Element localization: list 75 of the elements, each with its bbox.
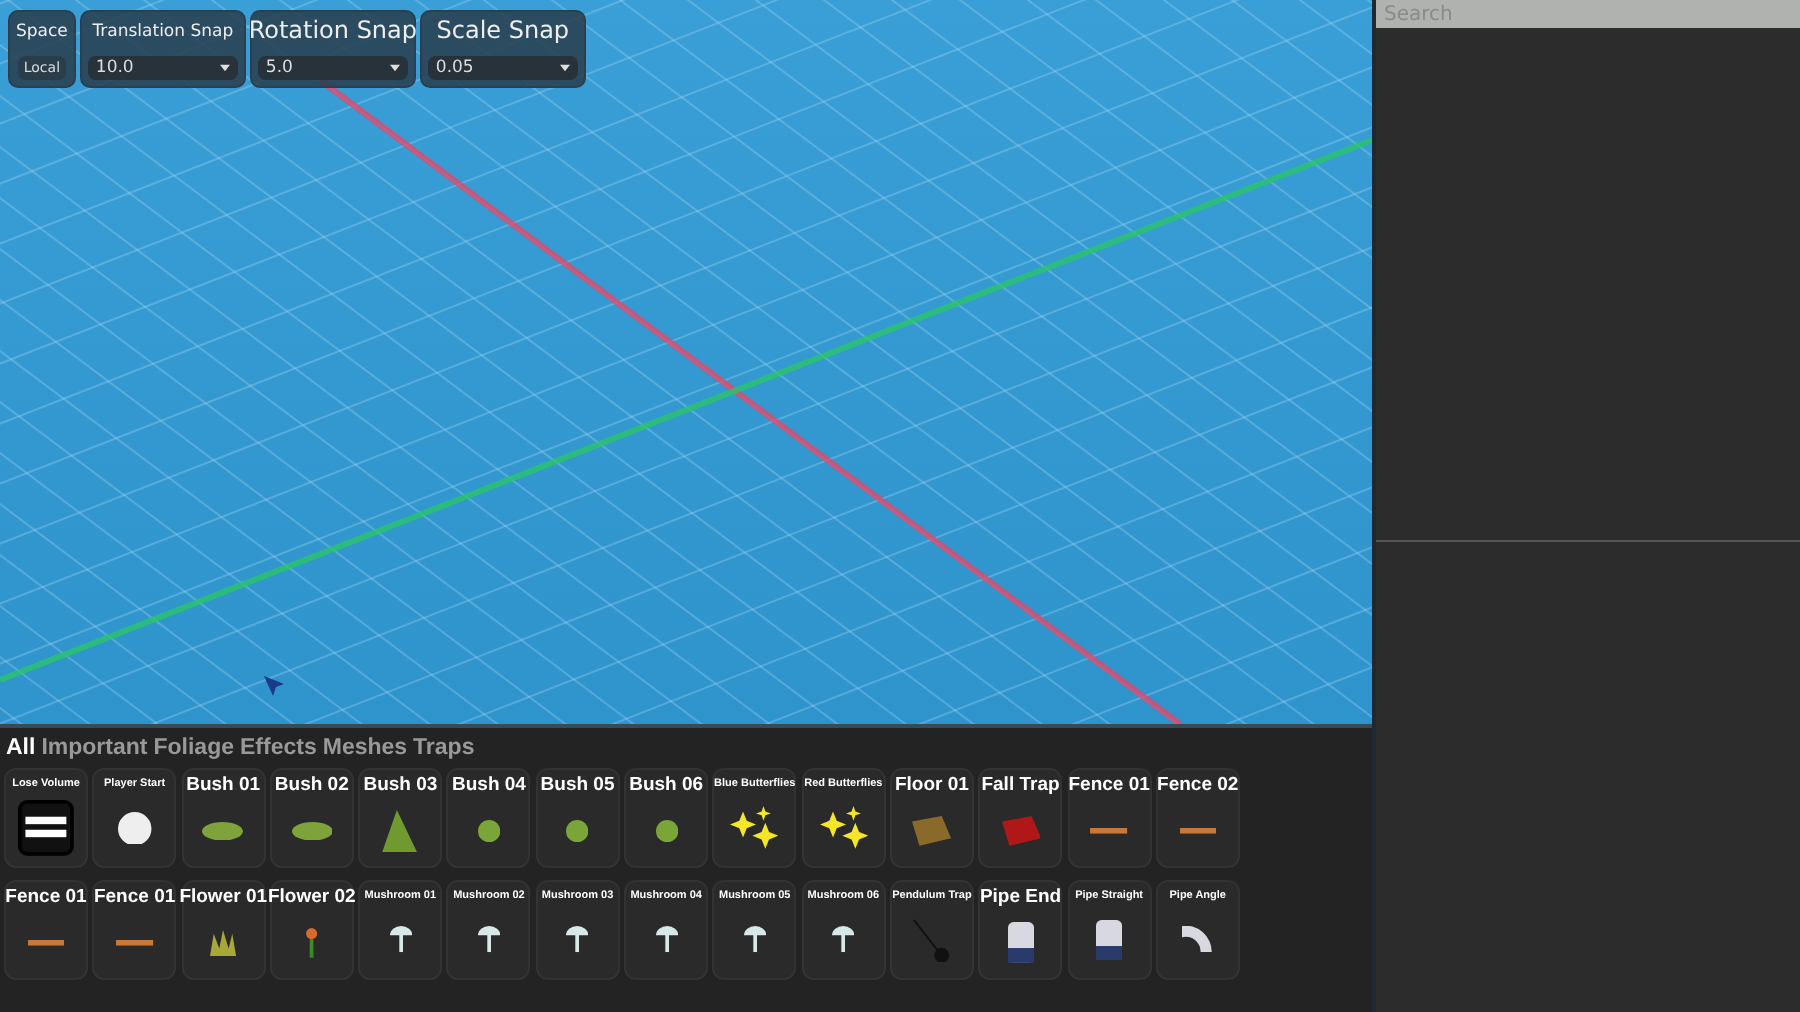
blob-icon [477,819,501,843]
asset-tile[interactable]: Bush 04 [446,768,531,868]
pendulum-icon [912,917,952,963]
rail-icon [1179,828,1217,834]
sparkles-icon [819,806,868,850]
rail-icon [1090,828,1128,834]
asset-label: Bush 02 [274,774,349,796]
asset-label: Bush 03 [363,774,438,796]
bush-icon [291,821,333,841]
ball-icon [117,811,152,845]
space-label: Space [16,20,68,42]
asset-tile[interactable]: Fall Trap [978,768,1063,868]
cone-icon [382,809,419,853]
asset-label: Floor 01 [894,774,969,796]
asset-tile[interactable]: Flower 01 [181,880,266,980]
asset-label: Fence 01 [93,886,176,908]
mushroom-icon [743,926,766,953]
snap-dropdown[interactable]: 0.05 [427,56,578,80]
rail-icon [27,940,65,946]
mushroom-icon [566,926,589,953]
asset-tile[interactable]: Flower 02 [269,880,354,980]
asset-tile[interactable]: Bush 01 [181,768,266,868]
asset-tile[interactable]: Bush 03 [358,768,443,868]
pipe-icon [1007,922,1034,964]
pipe-icon [1096,919,1123,961]
asset-label: Fence 01 [5,886,87,908]
grass-icon [210,929,237,956]
snap-label: Translation Snap [92,20,234,42]
caret-icon [389,64,400,72]
category-tab[interactable]: Effects [240,736,317,760]
flower-icon [306,928,318,958]
asset-tile[interactable]: Floor 01 [889,768,974,868]
blob-icon [655,819,678,843]
asset-label: Fall Trap [981,774,1060,796]
blob-icon [566,819,589,843]
rail-icon [116,940,154,946]
snap-label: Scale Snap [436,16,570,44]
asset-tile[interactable]: Bush 05 [535,768,620,868]
asset-label: Flower 01 [179,886,268,908]
mushroom-icon [655,926,678,953]
asset-tile[interactable]: Fence 02 [1155,768,1240,868]
slab-icon [912,816,952,846]
asset-label: Bush 06 [629,774,704,796]
mushroom-icon [832,926,855,953]
caret-icon [559,64,570,72]
asset-label: Bush 04 [452,774,526,796]
mushroom-icon [477,926,501,953]
category-tab[interactable]: Important [41,736,148,760]
asset-tile[interactable]: Fence 01 [4,880,88,980]
badge-icon [18,800,74,856]
asset-label: Flower 02 [267,886,356,908]
bush-icon [202,821,244,841]
asset-tile[interactable]: Bush 06 [624,768,709,868]
snap-label: Rotation Snap [248,16,418,44]
category-tab[interactable]: Meshes [322,736,408,760]
category-tab[interactable]: Foliage [153,736,234,760]
trapslab-icon [1001,816,1041,846]
snap-dropdown[interactable]: 10.0 [87,56,238,80]
asset-tile[interactable]: Pipe End [978,880,1063,980]
sparkles-icon [730,806,779,850]
snap-dropdown[interactable]: 5.0 [257,56,408,80]
mushroom-icon [389,926,412,953]
asset-tile[interactable]: Fence 01 [1067,768,1152,868]
asset-tile[interactable]: Bush 02 [269,768,354,868]
asset-label: Pipe End [979,886,1062,908]
asset-label: Bush 01 [186,774,261,796]
elbow-icon [1182,926,1213,953]
asset-label: Fence 02 [1157,774,1239,796]
caret-icon [219,64,230,72]
category-tab[interactable]: All [6,736,36,760]
cursor-icon [262,674,286,698]
category-tab[interactable]: Traps [413,736,475,760]
asset-label: Bush 05 [540,774,615,796]
asset-tile[interactable]: Fence 01 [92,880,177,980]
asset-label: Fence 01 [1068,774,1150,796]
